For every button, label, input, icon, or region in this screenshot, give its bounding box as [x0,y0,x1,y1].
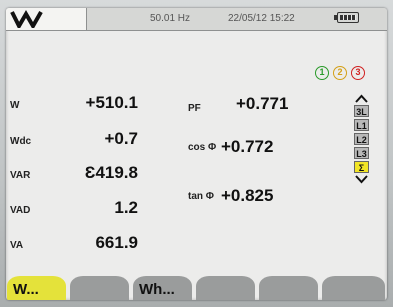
pf-value: +0.771 [236,94,289,113]
tan-phi-label: tan Φ [188,191,214,202]
va-value: 661.9 [95,233,138,252]
battery-icon [334,12,359,23]
softkey-4[interactable] [196,276,255,300]
pf-label: PF [188,103,201,114]
cos-phi-value: +0.772 [221,137,274,156]
mode-tab[interactable] [6,8,87,30]
channel-l2[interactable]: L2 [354,133,369,145]
screen: 50.01 Hz 22/05/12 15:22 1 2 3 W +510.1 W… [6,8,387,300]
channel-3l[interactable]: 3L [354,105,369,117]
frequency-readout: 50.01 Hz [150,13,191,24]
phase-2-indicator: 2 [333,66,347,80]
vad-value: 1.2 [114,198,138,217]
w-value: +510.1 [85,93,138,112]
var-label: VAR [10,170,31,181]
channel-l1[interactable]: L1 [354,119,369,131]
wdc-label: Wdc [10,136,32,147]
phase-3-indicator: 3 [351,66,365,80]
w-label: W [10,100,20,111]
phase-1-indicator: 1 [315,66,329,80]
channel-selector: 3L L1 L2 L3 Σ [353,94,370,198]
vad-label: VAD [10,205,31,216]
softkey-bar: W... Wh... [6,272,387,300]
channel-sigma[interactable]: Σ [354,161,369,173]
device-frame: 50.01 Hz 22/05/12 15:22 1 2 3 W +510.1 W… [0,0,393,307]
watt-icon [10,10,43,28]
softkey-5[interactable] [259,276,318,300]
cos-phi-label: cos Φ [188,142,217,153]
var-value: Ɛ419.8 [84,163,138,182]
va-label: VA [10,240,24,251]
softkey-wh[interactable]: Wh... [133,276,192,300]
tan-phi-value: +0.825 [221,186,274,205]
status-bar: 50.01 Hz 22/05/12 15:22 [6,8,387,31]
chevron-up-icon[interactable] [353,94,370,103]
chevron-down-icon[interactable] [353,175,370,184]
softkey-w[interactable]: W... [7,276,66,300]
datetime-readout: 22/05/12 15:22 [228,13,295,24]
channel-l3[interactable]: L3 [354,147,369,159]
wdc-value: +0.7 [104,129,138,148]
softkey-2[interactable] [70,276,129,300]
softkey-6[interactable] [322,276,385,300]
